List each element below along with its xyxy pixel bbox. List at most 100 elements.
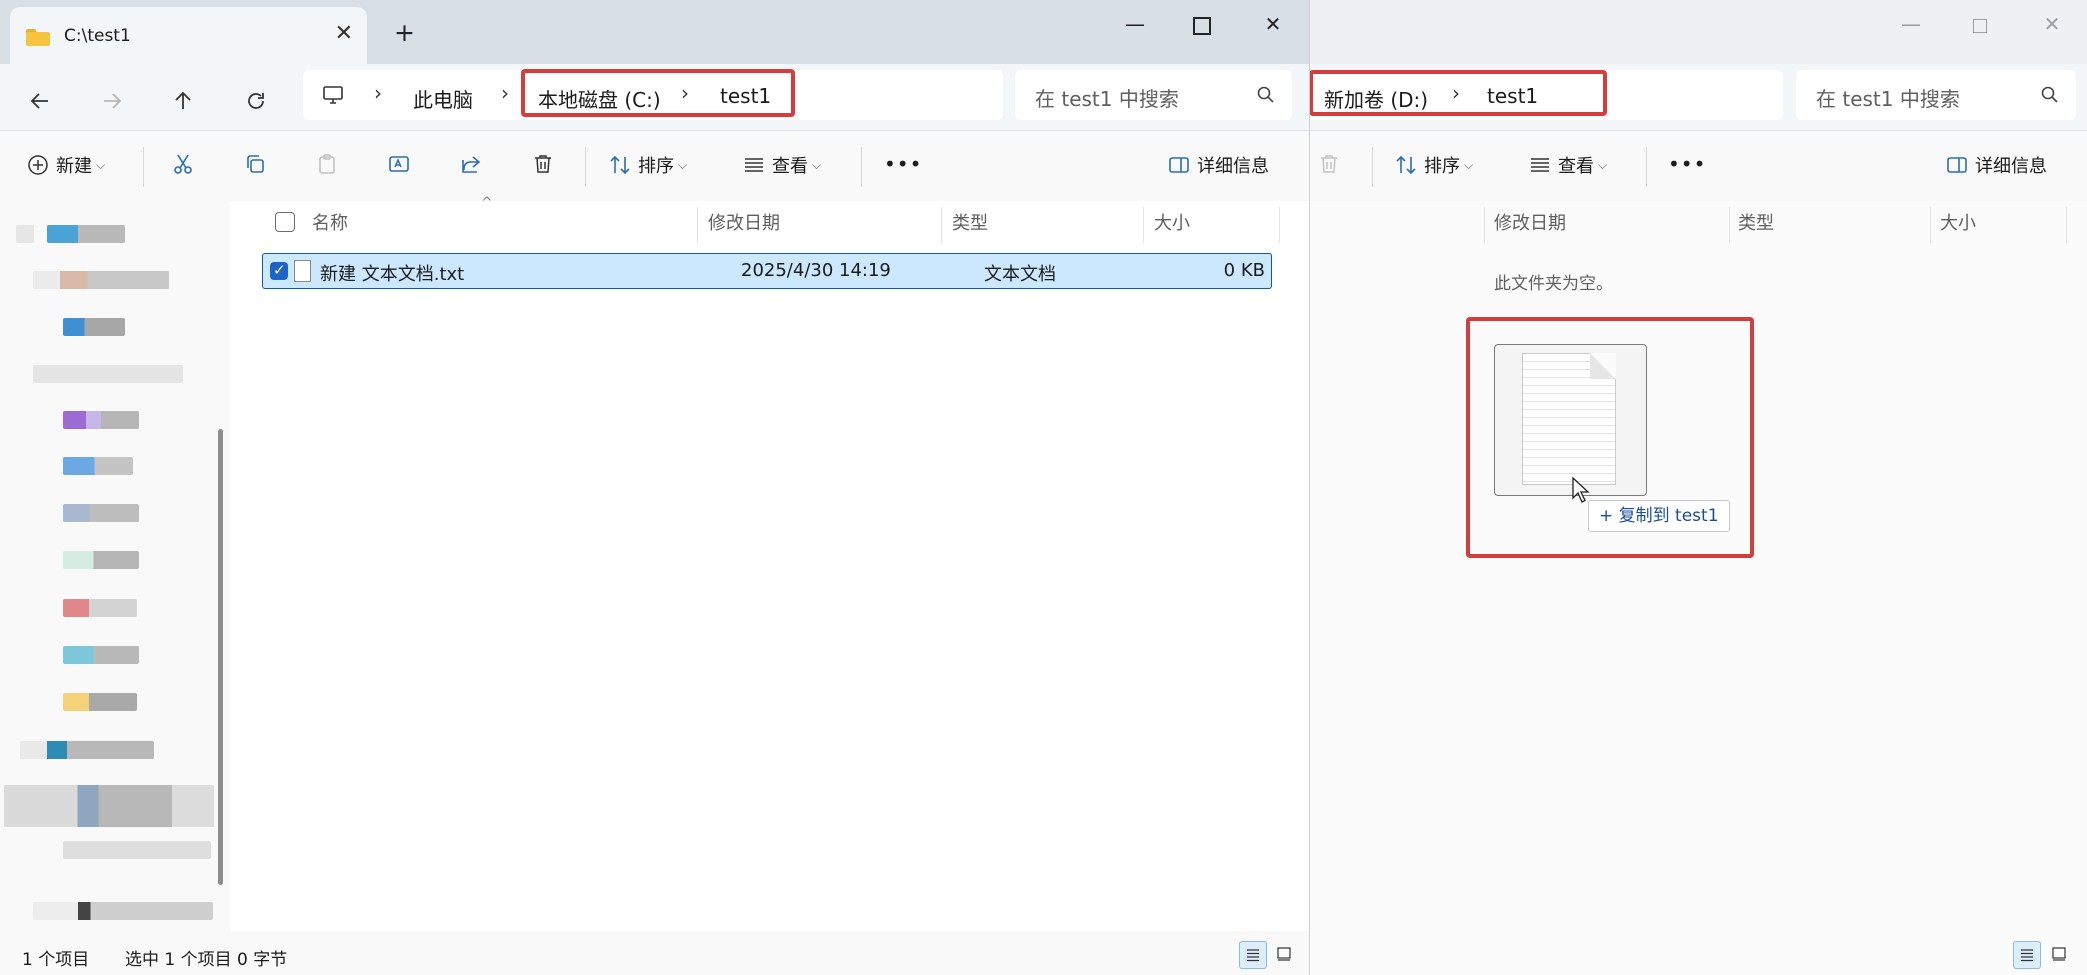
tab-close-icon[interactable]: ✕ [335, 21, 353, 46]
tab-c-test1[interactable]: C:\test1 ✕ [10, 7, 367, 64]
view-button[interactable]: 查看 ⌵ [742, 152, 821, 182]
nav-blurred-item [63, 551, 139, 569]
navigation-pane[interactable] [0, 201, 230, 931]
nav-blurred-item-selected [4, 785, 214, 827]
divider [861, 147, 862, 187]
divider [143, 147, 144, 187]
search-box[interactable]: 在 test1 中搜索 [1796, 70, 2076, 120]
more-options-button[interactable]: ••• [884, 152, 922, 182]
column-header-size[interactable]: 大小 [1940, 209, 1976, 235]
row-checkbox[interactable] [270, 261, 288, 280]
nav-blurred-item [47, 225, 125, 243]
sort-button[interactable]: 排序 ⌵ [1394, 152, 1473, 182]
file-row[interactable]: 新建 文本文档.txt 2025/4/30 14:19 文本文档 0 KB [262, 253, 1272, 289]
column-divider[interactable] [2066, 207, 2067, 243]
column-header-modified[interactable]: 修改日期 [1494, 209, 1566, 235]
nav-blurred-item [63, 841, 211, 859]
details-label: 详细信息 [1975, 156, 2047, 177]
nav-scrollbar[interactable] [218, 429, 223, 885]
column-header-type[interactable]: 类型 [952, 209, 988, 235]
maximize-button[interactable] [1172, 4, 1232, 44]
nav-blurred-item [33, 365, 183, 383]
tab-title: C:\test1 [64, 26, 131, 46]
tiles-view-button[interactable] [1271, 941, 1297, 967]
column-divider[interactable] [1143, 207, 1144, 243]
sort-button[interactable]: 排序 ⌵ [608, 152, 687, 182]
nav-blurred-item [20, 741, 154, 759]
more-options-button[interactable]: ••• [1668, 152, 1706, 182]
breadcrumb-this-pc[interactable]: 此电脑 [413, 84, 473, 113]
maximize-icon [1973, 18, 1987, 33]
nav-blurred-item [63, 457, 133, 475]
back-arrow-icon [30, 93, 48, 109]
share-button[interactable] [459, 152, 483, 182]
close-button[interactable]: ✕ [2022, 4, 2082, 44]
column-divider[interactable] [1484, 207, 1485, 243]
column-header-modified[interactable]: 修改日期 [708, 209, 780, 235]
back-button[interactable] [22, 83, 60, 121]
nav-blurred-item [63, 411, 139, 429]
navigation-bar: › 此电脑 › 本地磁盘 (C:) › test1 在 test1 中搜索 [0, 64, 1309, 131]
refresh-button[interactable] [238, 83, 276, 121]
select-all-checkbox[interactable] [275, 212, 295, 232]
maximize-button[interactable] [1950, 4, 2010, 44]
new-button[interactable]: 新建 ⌵ [26, 152, 105, 182]
selection-info: 选中 1 个项目 0 字节 [125, 950, 288, 970]
column-divider[interactable] [1930, 207, 1931, 243]
minimize-button[interactable]: — [1881, 4, 1941, 44]
file-modified: 2025/4/30 14:19 [741, 260, 891, 281]
details-pane-button[interactable]: 详细信息 [1945, 152, 2047, 182]
delete-button[interactable] [1317, 152, 1341, 182]
file-list[interactable]: 修改日期 类型 大小 此文件夹为空。 + 复制到 test1 [1309, 201, 2087, 931]
paste-icon [319, 154, 335, 174]
column-divider[interactable] [697, 207, 698, 243]
tiles-view-icon [2052, 947, 2066, 961]
details-pane-button[interactable]: 详细信息 [1167, 152, 1269, 182]
column-header-name[interactable]: 名称 [312, 209, 348, 235]
new-tab-button[interactable]: + [394, 18, 415, 47]
divider [1372, 147, 1373, 187]
path-highlight-box [1309, 70, 1607, 116]
explorer-window-d: — ✕ 新加卷 (D:) › test1 在 test1 中搜索 排序 ⌵ 查看 ⌵… [1309, 0, 2087, 975]
column-divider[interactable] [1279, 207, 1280, 243]
copy-button[interactable] [243, 152, 267, 182]
divider [1646, 147, 1647, 187]
details-view-button[interactable] [1239, 941, 1267, 969]
view-button[interactable]: 查看 ⌵ [1528, 152, 1607, 182]
rename-button[interactable] [387, 152, 411, 182]
nav-blurred-item [63, 646, 139, 664]
column-divider[interactable] [941, 207, 942, 243]
details-pane-icon [1947, 157, 1967, 173]
nav-blurred-item [63, 599, 137, 617]
details-pane-icon [1169, 157, 1189, 173]
search-box[interactable]: 在 test1 中搜索 [1015, 70, 1292, 120]
details-label: 详细信息 [1197, 156, 1269, 177]
nav-blurred-item [63, 504, 139, 522]
share-icon [462, 156, 481, 173]
chevron-down-icon: ⌵ [96, 157, 106, 172]
sort-label: 排序 [638, 156, 674, 177]
delete-icon [1321, 155, 1337, 173]
text-file-icon [1522, 353, 1616, 485]
minimize-button[interactable]: — [1105, 4, 1165, 44]
forward-button[interactable] [94, 83, 132, 121]
item-count: 1 个项目 [22, 950, 90, 970]
chevron-down-icon: ⌵ [812, 157, 822, 172]
column-header-type[interactable]: 类型 [1738, 209, 1774, 235]
up-button[interactable] [165, 83, 203, 121]
tiles-view-button[interactable] [2046, 941, 2072, 967]
delete-button[interactable] [531, 152, 555, 182]
copy-to-tooltip: + 复制到 test1 [1588, 500, 1730, 532]
column-header-size[interactable]: 大小 [1154, 209, 1190, 235]
column-divider[interactable] [1729, 207, 1730, 243]
details-view-button[interactable] [2013, 941, 2041, 969]
view-icon [745, 158, 763, 172]
file-type: 文本文档 [984, 264, 1056, 285]
cut-button[interactable] [171, 152, 195, 182]
paste-button[interactable] [315, 152, 339, 182]
title-bar: — ✕ [1309, 0, 2087, 64]
close-button[interactable]: ✕ [1243, 4, 1303, 44]
search-icon [2041, 86, 2058, 103]
copy-icon [247, 155, 264, 173]
search-icon [1257, 86, 1274, 103]
